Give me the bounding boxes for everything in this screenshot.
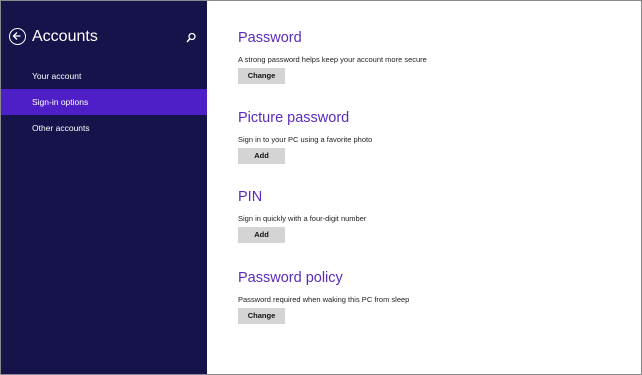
password-change-button[interactable]: Change — [238, 68, 285, 84]
pin-section: PIN Sign in quickly with a four-digit nu… — [238, 188, 618, 243]
password-section: Password A strong password helps keep yo… — [238, 29, 618, 84]
pin-description: Sign in quickly with a four-digit number — [238, 214, 367, 223]
picture-password-add-button[interactable]: Add — [238, 148, 285, 164]
password-policy-section: Password policy Password required when w… — [238, 269, 618, 324]
sidebar-item-your-account[interactable]: Your account — [1, 63, 207, 89]
back-arrow-icon[interactable] — [9, 28, 26, 45]
pin-add-button[interactable]: Add — [238, 227, 285, 243]
sidebar-item-sign-in-options[interactable]: Sign-in options — [1, 89, 207, 115]
password-policy-change-button[interactable]: Change — [238, 308, 285, 324]
password-heading: Password — [238, 30, 302, 46]
password-description: A strong password helps keep your accoun… — [238, 55, 427, 64]
settings-window: Accounts Your account Sign-in options Ot… — [0, 0, 642, 375]
pin-heading: PIN — [238, 189, 263, 205]
search-icon[interactable] — [185, 31, 197, 43]
sidebar: Accounts Your account Sign-in options Ot… — [1, 1, 207, 374]
sidebar-title: Accounts — [32, 28, 98, 45]
picture-password-description: Sign in to your PC using a favorite phot… — [238, 135, 373, 144]
picture-password-heading: Picture password — [238, 110, 350, 126]
sidebar-item-other-accounts[interactable]: Other accounts — [1, 115, 207, 141]
password-policy-description: Password required when waking this PC fr… — [238, 295, 410, 304]
sidebar-nav: Your account Sign-in options Other accou… — [1, 63, 207, 141]
picture-password-section: Picture password Sign in to your PC usin… — [238, 109, 618, 164]
password-policy-heading: Password policy — [238, 270, 343, 286]
